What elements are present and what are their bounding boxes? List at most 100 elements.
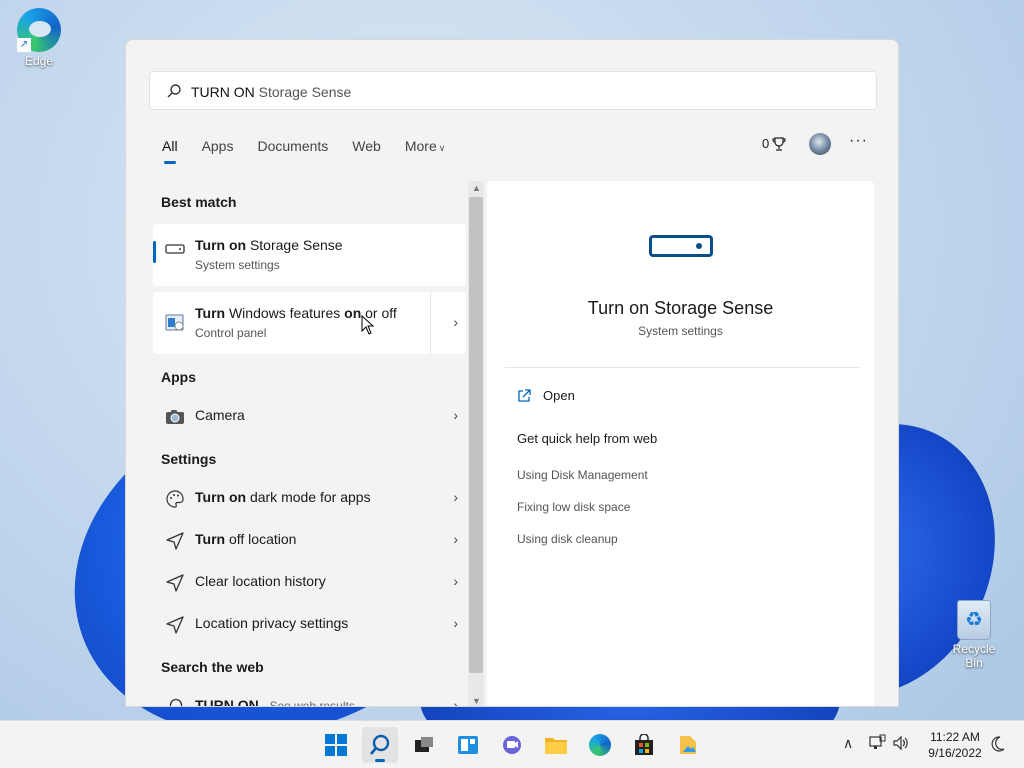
taskbar-search-button[interactable] xyxy=(362,727,398,763)
recycle-bin-icon: ♻ xyxy=(957,600,991,640)
scroll-up-icon[interactable]: ▲ xyxy=(472,183,481,193)
account-avatar[interactable] xyxy=(809,133,831,155)
start-button[interactable] xyxy=(318,727,354,763)
search-icon xyxy=(370,734,390,755)
result-title: Location privacy settings xyxy=(195,615,349,631)
location-arrow-icon xyxy=(166,616,184,634)
chevron-right-icon[interactable]: › xyxy=(453,697,458,706)
photos-app-button[interactable] xyxy=(670,727,706,763)
selection-indicator xyxy=(153,241,156,263)
network-icon[interactable] xyxy=(868,734,886,752)
chevron-right-icon[interactable]: › xyxy=(453,531,458,547)
result-camera[interactable]: Camera › xyxy=(153,392,466,442)
result-location-privacy[interactable]: Location privacy settings › xyxy=(153,600,466,650)
rewards-points: 0 xyxy=(762,136,770,151)
tab-more-label: More xyxy=(404,138,437,154)
rewards-button[interactable]: 0 xyxy=(762,136,786,151)
quick-help-heading: Get quick help from web xyxy=(517,431,658,446)
section-heading-apps: Apps xyxy=(161,369,196,385)
teams-chat-button[interactable] xyxy=(494,727,530,763)
task-view-icon xyxy=(415,737,433,752)
taskbar: ∧ 11:22 AM 9/16/2022 xyxy=(0,720,1024,768)
focus-assist-moon-icon[interactable] xyxy=(988,735,1006,753)
chevron-right-icon[interactable]: › xyxy=(453,573,458,589)
search-query: TURN ON Storage Sense xyxy=(191,84,351,100)
open-button[interactable]: Open xyxy=(517,388,575,403)
mouse-cursor-icon xyxy=(361,315,375,335)
task-view-button[interactable] xyxy=(406,727,442,763)
widgets-icon xyxy=(458,736,478,754)
search-icon xyxy=(169,698,183,706)
result-title: Clear location history xyxy=(195,573,326,589)
windows-logo-icon xyxy=(325,734,347,756)
scrollbar-thumb[interactable] xyxy=(469,197,483,673)
file-explorer-button[interactable] xyxy=(538,727,574,763)
tab-documents[interactable]: Documents xyxy=(257,138,328,162)
chevron-right-icon[interactable]: › xyxy=(453,314,458,330)
result-web-search[interactable]: TURN ON - See web results › xyxy=(153,682,466,707)
help-link-low-disk-space[interactable]: Fixing low disk space xyxy=(517,500,630,514)
search-autocomplete-hint: Storage Sense xyxy=(254,84,352,100)
control-panel-icon xyxy=(165,314,184,331)
section-heading-settings: Settings xyxy=(161,451,217,467)
tab-more[interactable]: More ∨ xyxy=(405,138,446,162)
more-options-icon[interactable]: ··· xyxy=(849,132,868,150)
open-label: Open xyxy=(543,388,575,403)
section-heading-web: Search the web xyxy=(161,659,264,675)
desktop-icon-recycle-bin[interactable]: ♻ Recycle Bin xyxy=(944,600,1004,670)
volume-icon[interactable] xyxy=(892,734,910,752)
desktop-icon-label: Recycle Bin xyxy=(952,642,996,670)
chat-icon xyxy=(503,736,521,754)
results-scrollbar[interactable]: ▲ ▼ xyxy=(468,181,484,706)
folder-icon xyxy=(545,738,567,754)
tab-apps[interactable]: Apps xyxy=(202,138,234,162)
camera-icon xyxy=(166,410,184,424)
store-icon xyxy=(635,734,653,755)
desktop-icon-edge[interactable]: ↗ Edge xyxy=(9,8,69,68)
results-list: Best match Turn on Storage Sense System … xyxy=(153,181,468,707)
open-external-icon xyxy=(518,388,531,402)
section-heading-best-match: Best match xyxy=(161,194,237,210)
edge-taskbar-button[interactable] xyxy=(582,727,618,763)
chevron-right-icon[interactable]: › xyxy=(453,407,458,423)
tab-web[interactable]: Web xyxy=(352,138,381,162)
clock-time: 11:22 AM xyxy=(930,730,980,744)
search-panel: TURN ON Storage Sense All Apps Documents… xyxy=(125,39,899,707)
edge-icon xyxy=(589,734,611,756)
trophy-icon xyxy=(772,136,786,151)
result-title: TURN ON - See web results xyxy=(195,697,355,707)
result-title: Camera xyxy=(195,407,245,423)
result-title: Turn off location xyxy=(195,531,297,547)
result-windows-features[interactable]: Turn Windows features on or off Control … xyxy=(153,292,466,354)
location-arrow-icon xyxy=(166,532,184,550)
result-subtitle: Control panel xyxy=(195,326,267,340)
result-best-match[interactable]: Turn on Storage Sense System settings xyxy=(153,224,466,286)
storage-drive-icon xyxy=(165,244,185,254)
palette-icon xyxy=(166,490,184,508)
location-arrow-icon xyxy=(166,574,184,592)
search-typed-text: TURN ON xyxy=(191,84,255,100)
result-subtitle: System settings xyxy=(195,258,280,272)
widgets-button[interactable] xyxy=(450,727,486,763)
chevron-up-icon[interactable]: ∧ xyxy=(843,735,853,752)
chevron-right-icon[interactable]: › xyxy=(453,489,458,505)
system-tray xyxy=(868,734,910,752)
photos-icon xyxy=(680,736,696,754)
scroll-down-icon[interactable]: ▼ xyxy=(472,696,481,706)
result-title: Turn on dark mode for apps xyxy=(195,489,371,505)
desktop-icon-label: Edge xyxy=(24,54,54,68)
taskbar-clock[interactable]: 11:22 AM 9/16/2022 xyxy=(920,729,990,761)
storage-drive-icon xyxy=(649,235,713,257)
search-icon xyxy=(167,84,181,98)
tab-all[interactable]: All xyxy=(162,138,178,164)
help-link-disk-management[interactable]: Using Disk Management xyxy=(517,468,648,482)
edge-icon: ↗ xyxy=(17,8,61,52)
chevron-down-icon: ∨ xyxy=(438,143,446,153)
search-input[interactable]: TURN ON Storage Sense xyxy=(149,71,877,110)
preview-pane: Turn on Storage Sense System settings Op… xyxy=(487,181,874,706)
help-link-disk-cleanup[interactable]: Using disk cleanup xyxy=(517,532,618,546)
chevron-right-icon[interactable]: › xyxy=(453,615,458,631)
preview-divider xyxy=(505,367,859,368)
clock-date: 9/16/2022 xyxy=(928,746,982,760)
store-button[interactable] xyxy=(626,727,662,763)
